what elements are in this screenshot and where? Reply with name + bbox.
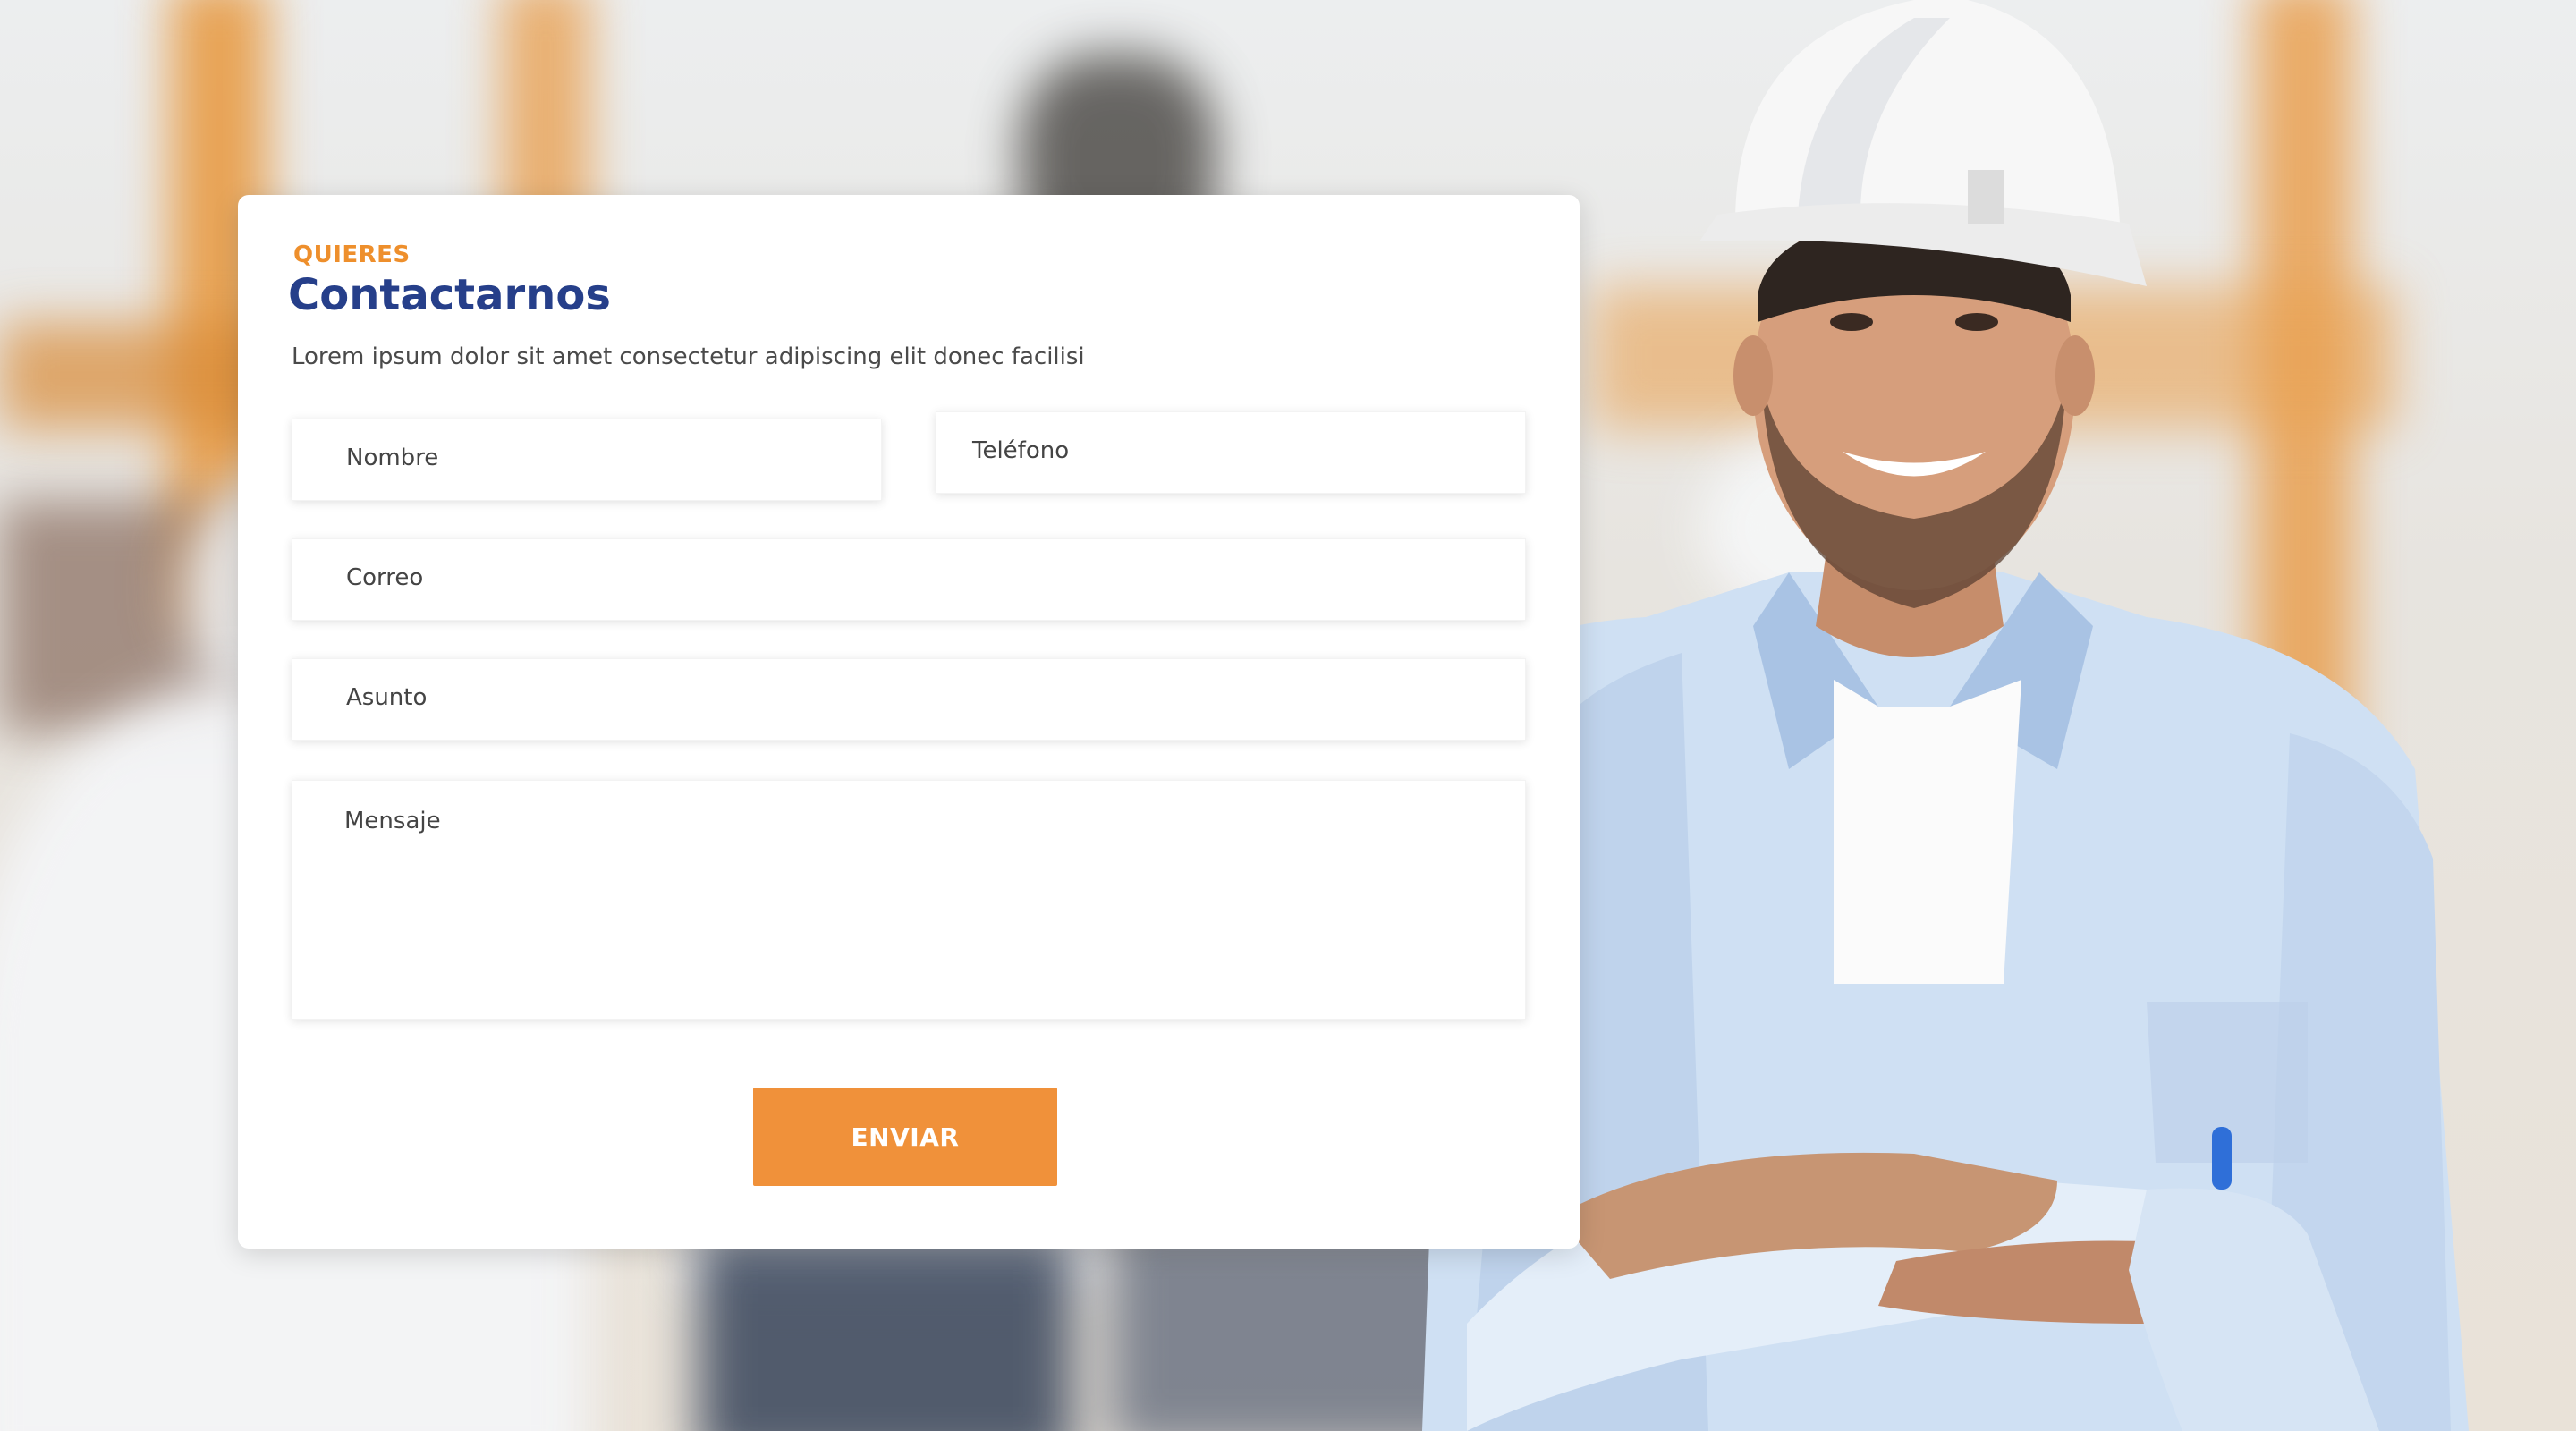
correo-input[interactable]: Correo (292, 538, 1526, 621)
hero-section: QUIERES Contactarnos Lorem ipsum dolor s… (0, 0, 2576, 1431)
contact-subtitle: Lorem ipsum dolor sit amet consectetur a… (292, 343, 1085, 370)
nombre-input[interactable]: Nombre (292, 419, 882, 501)
mensaje-placeholder: Mensaje (344, 808, 441, 834)
enviar-button[interactable]: ENVIAR (753, 1088, 1057, 1186)
telefono-placeholder: Teléfono (972, 437, 1070, 464)
contact-card: QUIERES Contactarnos Lorem ipsum dolor s… (238, 195, 1580, 1249)
telefono-input[interactable]: Teléfono (936, 411, 1526, 494)
contact-eyebrow: QUIERES (293, 241, 411, 268)
nombre-placeholder: Nombre (346, 445, 439, 471)
mensaje-textarea[interactable]: Mensaje (292, 780, 1526, 1020)
engineer-photo (1422, 0, 2469, 1431)
correo-placeholder: Correo (346, 564, 424, 591)
contact-title: Contactarnos (288, 270, 611, 320)
asunto-input[interactable]: Asunto (292, 658, 1526, 741)
background-worker-pants (698, 1234, 1073, 1431)
asunto-placeholder: Asunto (346, 684, 428, 711)
